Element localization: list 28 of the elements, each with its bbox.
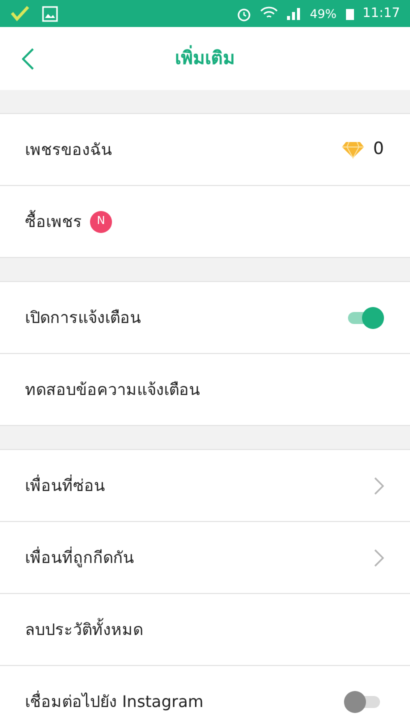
page-title: เพิ่มเติม	[175, 45, 235, 72]
row-label: ซื้อเพชร	[25, 210, 82, 232]
row-label: เพชรของฉัน	[25, 138, 112, 160]
image-icon	[42, 6, 58, 22]
clock-time: 11:17	[362, 4, 400, 23]
diamond-icon	[341, 140, 366, 158]
settings-row[interactable]: เพื่อนที่ถูกกีดกัน	[0, 522, 410, 594]
chevron-right-icon	[374, 476, 384, 494]
row-label: ลบประวัติทั้งหมด	[25, 618, 143, 640]
settings-row[interactable]: เชื่อมต่อไปยัง Instagram	[0, 666, 410, 728]
row-label: เพื่อนที่ซ่อน	[25, 474, 105, 496]
back-icon	[22, 48, 34, 70]
battery-percent: 49%	[310, 6, 337, 22]
row-label: เพื่อนที่ถูกกีดกัน	[25, 546, 134, 570]
battery-icon	[344, 6, 355, 20]
row-label: เชื่อมต่อไปยัง Instagram	[25, 690, 204, 712]
settings-row[interactable]: เพชรของฉัน 0	[0, 114, 410, 186]
signal-icon	[286, 6, 302, 20]
diamond-count: 0	[373, 138, 384, 161]
settings-row[interactable]: ซื้อเพชร N	[0, 186, 410, 258]
settings-row[interactable]: เปิดการแจ้งเตือน	[0, 282, 410, 354]
chevron-right-icon	[374, 548, 384, 566]
settings-row[interactable]: ลบประวัติทั้งหมด	[0, 594, 410, 666]
settings-row[interactable]: เพื่อนที่ซ่อน	[0, 450, 410, 522]
row-label: ทดสอบข้อความแจ้งเตือน	[25, 378, 200, 400]
settings-row[interactable]: ทดสอบข้อความแจ้งเตือน	[0, 354, 410, 426]
row-label: เปิดการแจ้งเตือน	[25, 306, 141, 328]
new-badge: N	[90, 210, 112, 232]
